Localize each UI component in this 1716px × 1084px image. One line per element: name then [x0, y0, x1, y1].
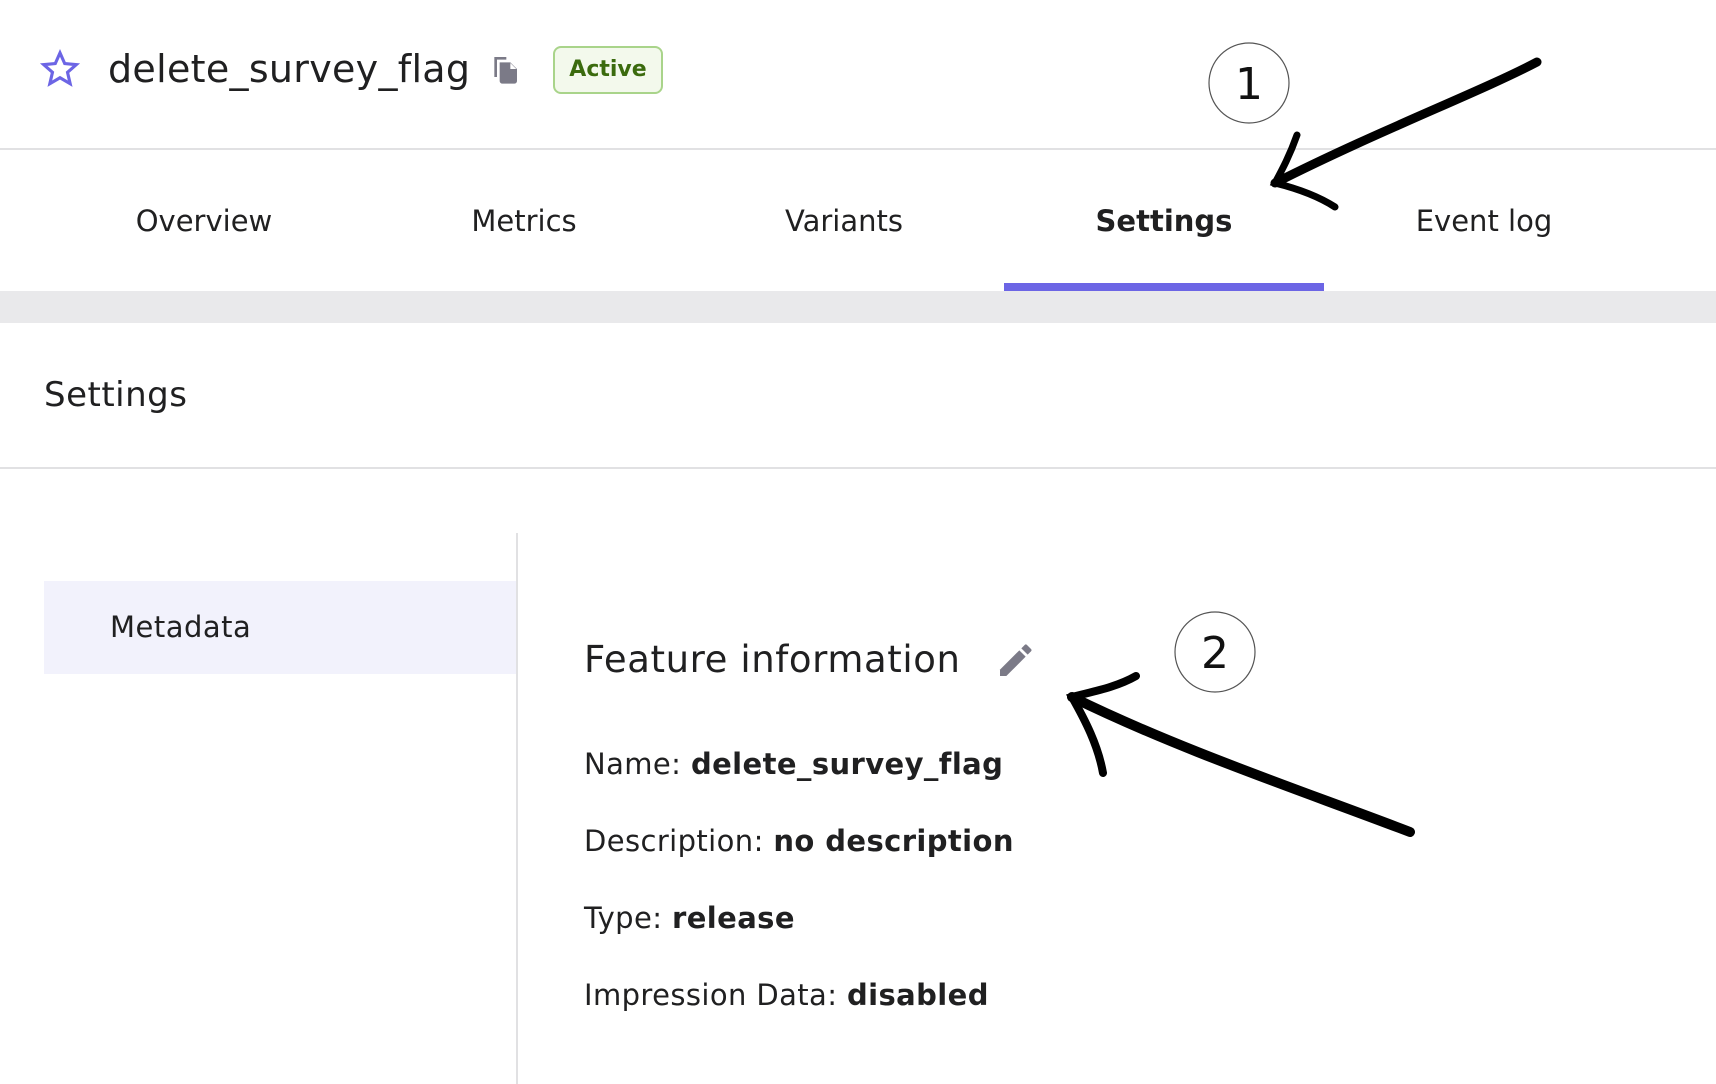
info-row-name: Name: delete_survey_flag — [584, 744, 1003, 784]
sidebar-item-metadata[interactable]: Metadata — [44, 581, 517, 674]
flag-title: delete_survey_flag — [108, 47, 471, 91]
info-label: Name: — [584, 747, 682, 781]
pencil-icon[interactable] — [995, 641, 1035, 681]
info-row-impression-data: Impression Data: disabled — [584, 975, 989, 1015]
copy-icon[interactable] — [489, 53, 521, 85]
tab-bar: Overview Metrics Variants Settings Event… — [44, 152, 1644, 291]
status-badge: Active — [553, 46, 663, 94]
info-value: no description — [773, 824, 1014, 858]
feature-information-heading: Feature information — [584, 638, 961, 681]
annotation-number: 2 — [1201, 628, 1229, 679]
info-value: disabled — [847, 978, 989, 1012]
annotation-2: 2 — [1066, 611, 1415, 837]
arrow-head-icon — [1066, 672, 1140, 777]
tab-metrics[interactable]: Metrics — [364, 152, 684, 291]
star-outline-icon[interactable] — [39, 48, 81, 90]
tab-event-log[interactable]: Event log — [1324, 152, 1644, 291]
info-label: Impression Data: — [584, 978, 838, 1012]
tab-overview[interactable]: Overview — [44, 152, 364, 291]
annotation-circle — [1174, 611, 1256, 693]
info-label: Type: — [584, 901, 663, 935]
vertical-divider — [516, 533, 518, 1084]
settings-heading: Settings — [44, 375, 188, 415]
tab-settings[interactable]: Settings — [1004, 152, 1324, 291]
arrow-icon — [1067, 692, 1415, 837]
info-row-type: Type: release — [584, 898, 795, 938]
info-value: release — [672, 901, 795, 935]
info-value: delete_survey_flag — [690, 747, 1004, 781]
info-row-description: Description: no description — [584, 821, 1014, 861]
info-label: Description: — [584, 824, 764, 858]
tab-variants[interactable]: Variants — [684, 152, 1004, 291]
page-header: delete_survey_flag Active — [0, 0, 1716, 150]
divider — [0, 467, 1716, 469]
section-separator-band — [0, 291, 1716, 323]
